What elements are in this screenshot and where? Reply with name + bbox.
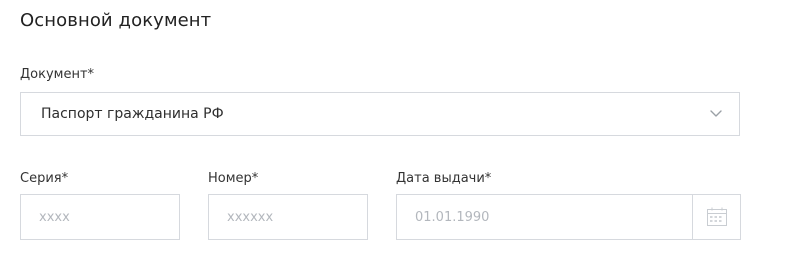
number-label: Номер* [208,171,259,186]
issue-date-field[interactable] [396,194,741,240]
section-title: Основной документ [20,10,212,31]
document-select[interactable]: Паспорт гражданина РФ [20,92,740,136]
number-field[interactable] [208,194,368,240]
chevron-down-icon[interactable] [709,106,723,120]
document-select-value: Паспорт гражданина РФ [41,106,224,122]
series-field[interactable] [20,194,180,240]
calendar-icon [707,207,727,226]
series-input[interactable] [39,195,169,239]
document-label: Документ* [20,67,95,82]
date-picker-button[interactable] [692,195,740,239]
issue-date-input[interactable] [415,195,675,239]
series-label: Серия* [20,171,69,186]
issue-date-label: Дата выдачи* [396,171,492,186]
number-input[interactable] [227,195,357,239]
